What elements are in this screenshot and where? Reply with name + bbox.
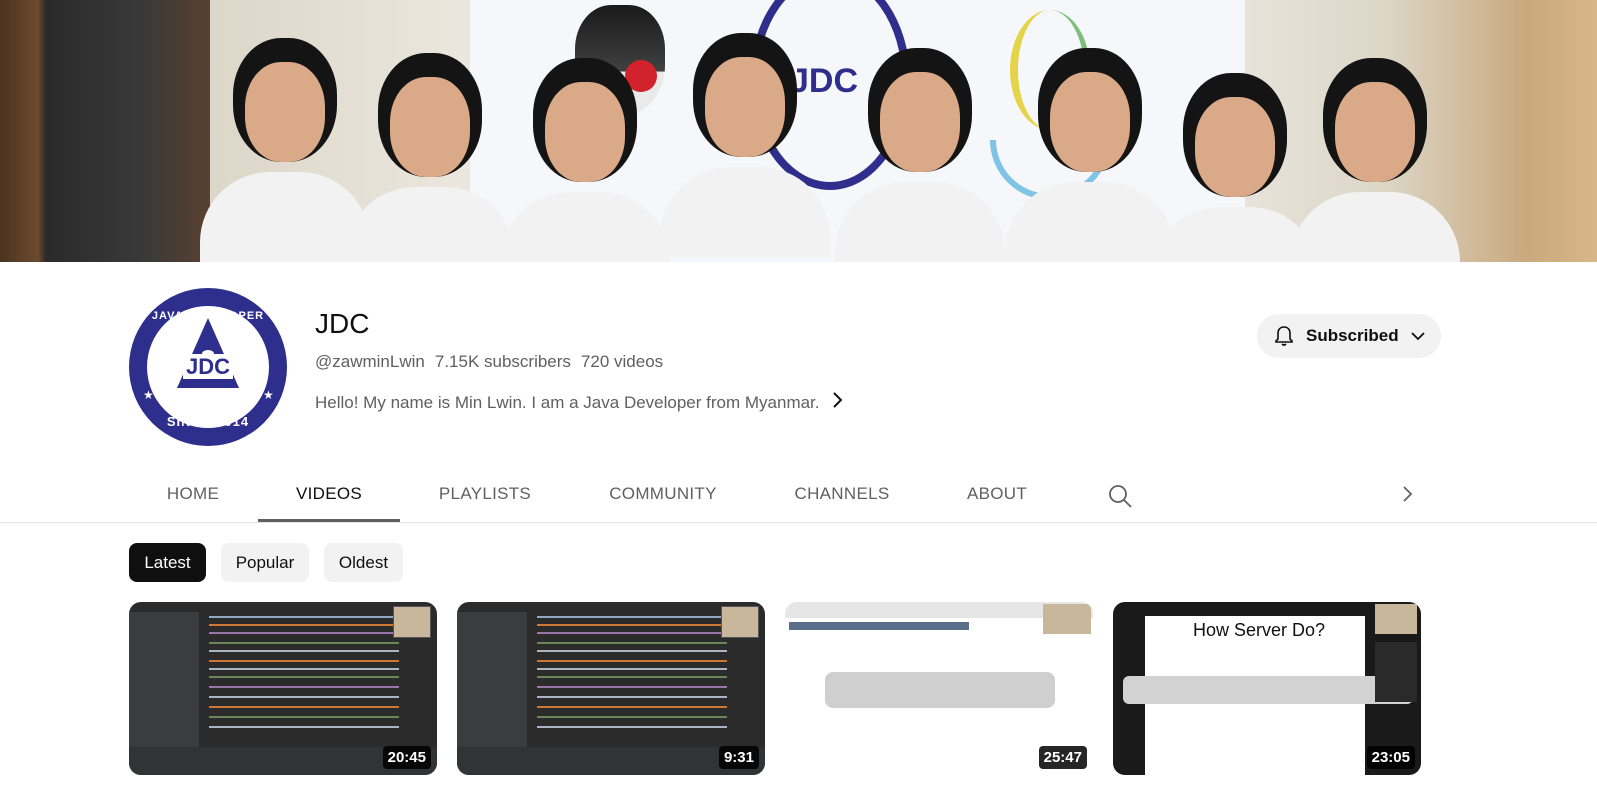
chip-popular[interactable]: Popular (221, 543, 309, 582)
banner-person (1290, 82, 1460, 262)
video-thumbnail[interactable]: 20:45 (129, 602, 437, 775)
channel-meta: @zawminLwin 7.15K subscribers 720 videos (315, 352, 663, 372)
thumbnail-dock (825, 672, 1055, 708)
avatar-center-text: JDC (182, 354, 233, 379)
tab-playlists[interactable]: PLAYLISTS (420, 470, 550, 522)
thumbnail-webcam (1375, 604, 1417, 634)
thumbnail-webcam (1043, 604, 1091, 634)
video-count: 720 videos (580, 352, 664, 371)
video-thumbnail[interactable]: 25:47 (785, 602, 1093, 775)
subscribed-button[interactable]: Subscribed (1257, 314, 1441, 358)
banner-person (500, 82, 670, 262)
star-icon: ★ (263, 388, 274, 402)
chevron-right-icon[interactable] (832, 391, 844, 414)
video-duration: 9:31 (718, 746, 759, 769)
subscriber-count: 7.15K subscribers (434, 352, 571, 371)
subscribed-label: Subscribed (1306, 326, 1399, 345)
thumbnail-project-tree (457, 612, 527, 762)
thumbnail-notes (1375, 642, 1417, 702)
banner-person (660, 57, 830, 262)
video-duration: 25:47 (1038, 746, 1087, 769)
video-thumbnail[interactable]: 9:31 (457, 602, 765, 775)
video-thumbnail[interactable]: How Server Do? 23:05 (1113, 602, 1421, 775)
thumbnail-webcam (721, 606, 759, 638)
chip-oldest[interactable]: Oldest (324, 543, 403, 582)
channel-description-text: Hello! My name is Min Lwin. I am a Java … (315, 392, 820, 412)
thumbnail-project-tree (129, 612, 199, 762)
channel-avatar[interactable]: JAVA DEVELOPER CLASS JDC ★ ★ SINCE 2014 (129, 288, 287, 446)
banner-person (345, 77, 515, 262)
banner-shelf (0, 0, 210, 262)
thumbnail-slide-title: How Server Do? (1193, 620, 1326, 640)
banner-person (835, 72, 1005, 262)
thumbnail-webcam (393, 606, 431, 638)
tab-videos[interactable]: VIDEOS (258, 470, 400, 522)
thumbnail-code (209, 616, 399, 618)
channel-banner: JDC (0, 0, 1597, 262)
tab-home[interactable]: HOME (150, 470, 236, 522)
bell-icon (1272, 324, 1296, 348)
thumbnail-dock (1123, 676, 1413, 704)
channel-name: JDC (315, 308, 370, 339)
search-icon[interactable] (1106, 482, 1134, 510)
video-duration: 20:45 (382, 746, 431, 769)
thumbnail-page-title (789, 622, 969, 630)
avatar-monogram: JDC (129, 354, 287, 380)
avatar-bottom-text: SINCE 2014 (166, 414, 250, 429)
tabs-next-chevron-icon[interactable] (1395, 482, 1419, 506)
channel-description[interactable]: Hello! My name is Min Lwin. I am a Java … (315, 391, 844, 414)
channel-tabs: HOME VIDEOS PLAYLISTS COMMUNITY CHANNELS… (0, 470, 1597, 523)
channel-handle: @zawminLwin (315, 352, 425, 371)
chip-latest[interactable]: Latest (129, 543, 206, 582)
tab-channels[interactable]: CHANNELS (775, 470, 909, 522)
tab-about[interactable]: ABOUT (952, 470, 1042, 522)
tab-community[interactable]: COMMUNITY (588, 470, 738, 522)
chevron-down-icon (1409, 327, 1427, 345)
star-icon: ★ (143, 388, 154, 402)
video-duration: 23:05 (1366, 746, 1415, 769)
thumbnail-code (537, 616, 727, 618)
